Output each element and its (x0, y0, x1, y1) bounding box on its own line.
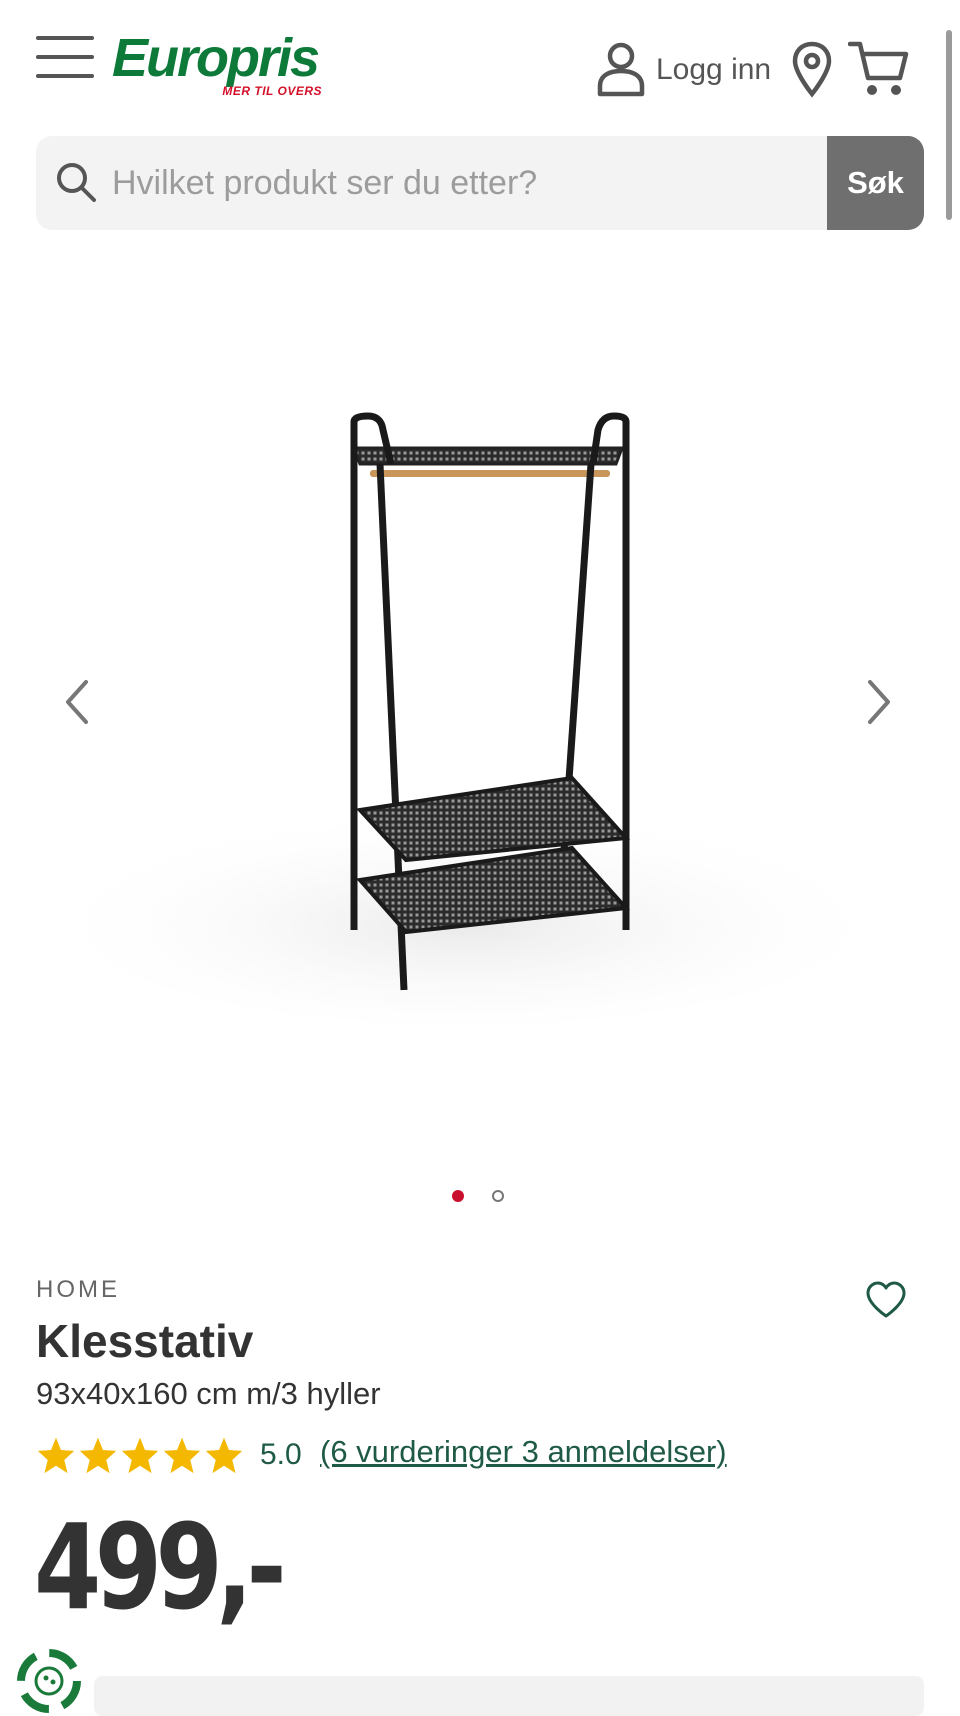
search-button[interactable]: Søk (827, 136, 924, 230)
product-title: Klesstativ (36, 1315, 254, 1367)
product-gallery[interactable] (36, 360, 924, 1040)
product-brand[interactable]: HOME (36, 1276, 120, 1304)
reviews-link[interactable]: (6 vurderinger 3 anmeldelser) (320, 1434, 727, 1470)
cart-icon[interactable] (848, 40, 910, 98)
star-icon (37, 1437, 75, 1474)
search-input[interactable] (112, 136, 852, 230)
product-subtitle: 93x40x160 cm m/3 hyller (36, 1376, 381, 1411)
favorite-heart-icon[interactable] (864, 1280, 908, 1320)
hamburger-menu-icon (36, 36, 94, 40)
europris-logo[interactable]: Europris MER TIL OVERS (112, 28, 328, 104)
chevron-left-icon (66, 680, 88, 724)
hamburger-line (36, 55, 94, 59)
login-label: Logg inn (656, 53, 772, 86)
search-bar: Søk (36, 136, 924, 230)
gallery-dot-active[interactable] (452, 1190, 464, 1202)
star-icon (79, 1437, 117, 1474)
menu-button[interactable] (36, 36, 94, 80)
logo-text: Europris (112, 28, 320, 88)
star-icon (205, 1437, 243, 1474)
page-scrollbar[interactable] (946, 30, 952, 220)
search-icon (57, 163, 96, 202)
login-button[interactable]: Logg inn (596, 40, 771, 100)
bottom-panel (94, 1676, 924, 1716)
star-icon (121, 1437, 159, 1474)
eco-badge-icon (17, 1649, 81, 1713)
gallery-next-button[interactable] (860, 672, 900, 732)
product-image (66, 412, 866, 1025)
gallery-dot[interactable] (492, 1190, 504, 1202)
gallery-prev-button[interactable] (56, 672, 96, 732)
location-pin-icon[interactable] (790, 40, 834, 98)
rating-value: 5.0 (260, 1438, 302, 1471)
star-icon (163, 1437, 201, 1474)
logo-tagline: MER TIL OVERS (222, 84, 322, 98)
chevron-right-icon (868, 680, 890, 724)
hamburger-line (36, 74, 94, 78)
rating-stars (36, 1436, 244, 1474)
product-price: 499,- (34, 1498, 287, 1636)
user-icon (597, 42, 645, 97)
